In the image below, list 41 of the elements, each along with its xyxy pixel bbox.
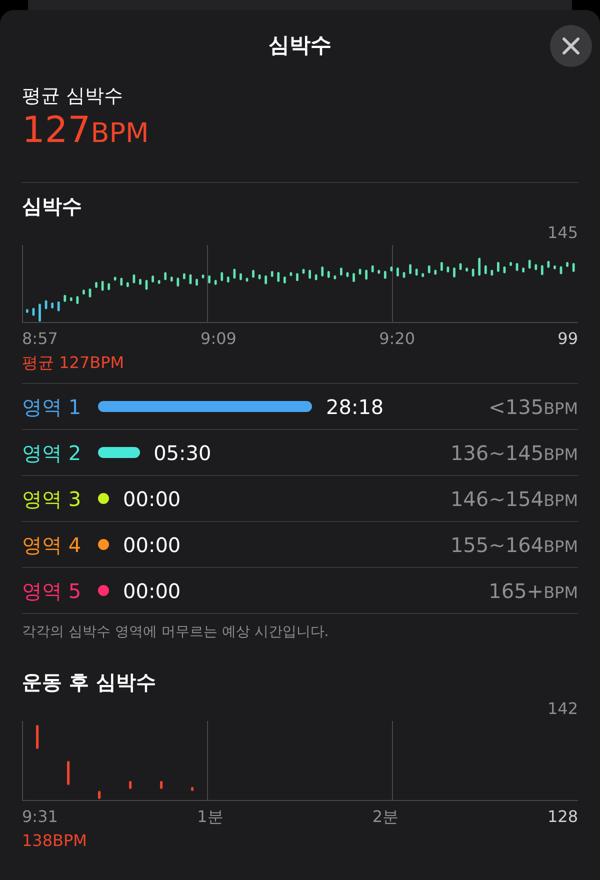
axis-label: 8:57 [22,328,59,350]
zone-time: 28:18 [326,394,384,421]
average-value: 127BPM [22,110,150,152]
axis-label: 99 [558,328,578,350]
axis-label: 142 [547,698,578,720]
section-heading: 심박수 [22,193,83,220]
close-button[interactable] [550,25,592,67]
axis-label: 1분 [197,806,224,828]
zone-name: 영역 2 [22,440,82,467]
close-icon [562,37,580,55]
sheet-title: 심박수 [268,32,332,60]
zone-time: 00:00 [123,532,181,559]
axis-label: 145 [547,222,578,244]
axis-label: 2분 [372,806,400,828]
heart-rate-bar [36,725,39,750]
zone-range: 146~154BPM [450,486,578,513]
zone-name: 영역 3 [22,486,82,513]
axis-label: 9:20 [379,328,416,350]
average-label: 평균 심박수 [22,84,124,109]
zone-name: 영역 5 [22,578,82,605]
zone-time: 00:00 [123,486,181,513]
zone-time: 00:00 [123,578,181,605]
axis-label: 9:31 [22,806,59,828]
average-heart-rate: 평균 127BPM [22,352,126,374]
heart-rate-bar [98,791,101,800]
zone-range: 136~145BPM [450,440,578,467]
heart-rate-bar [160,781,163,790]
zone-range: 155~164BPM [450,532,578,559]
recovery-heart-rate: 138BPM [22,830,88,852]
heart-rate-bar [67,761,70,786]
heart-rate-bar [191,787,194,792]
section-heading: 운동 후 심박수 [22,669,157,696]
axis-label: 9:09 [200,328,238,350]
zone-range: 165+BPM [488,578,578,605]
zone-time: 05:30 [154,440,212,467]
heart-rate-bar [129,781,132,790]
zone-range: <135BPM [488,394,578,421]
zones-note: 각각의 심박수 영역에 머무르는 예상 시간입니다. [22,623,330,642]
zone-name: 영역 4 [22,532,82,559]
axis-label: 128 [547,806,578,828]
zone-name: 영역 1 [22,394,82,421]
